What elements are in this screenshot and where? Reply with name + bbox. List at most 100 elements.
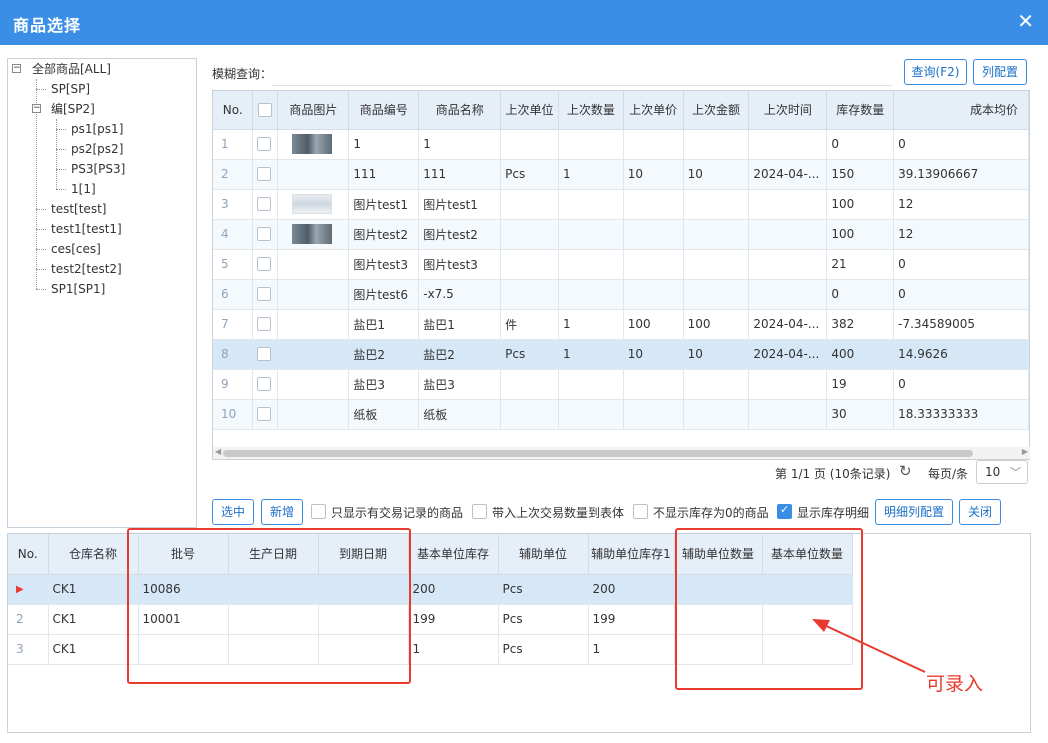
column-header-cost[interactable]: 成本均价	[893, 91, 1029, 130]
row-checkbox-cell[interactable]	[252, 189, 279, 220]
tree-item-ps2[interactable]: ps2[ps2]	[71, 139, 123, 159]
row-checkbox-cell[interactable]	[252, 129, 279, 160]
cell-last-time	[748, 279, 828, 310]
dialog-body: − 全部商品[ALL] SP[SP] − 编[SP2] ps1[ps1] ps2…	[0, 45, 1048, 743]
table-row[interactable]: 11100	[213, 129, 1029, 160]
tree-item-ps3[interactable]: PS3[PS3]	[71, 159, 125, 179]
cell-name: 盐巴3	[418, 369, 502, 400]
checkbox[interactable]	[258, 103, 273, 117]
close-icon[interactable]: ✕	[1017, 9, 1034, 33]
cell-name: 盐巴1	[418, 309, 502, 340]
row-checkbox-cell[interactable]	[252, 279, 279, 310]
cell-stock: 19	[826, 369, 895, 400]
row-checkbox[interactable]	[257, 167, 272, 182]
cell-name: -x7.5	[418, 279, 502, 310]
cell-last-qty	[558, 399, 624, 430]
row-checkbox[interactable]	[257, 227, 272, 242]
tree-item-sp2[interactable]: 编[SP2]	[51, 99, 95, 119]
cell-image	[277, 159, 350, 190]
row-checkbox-cell[interactable]	[252, 369, 279, 400]
row-checkbox[interactable]	[257, 197, 272, 212]
cell-cost: 0	[893, 249, 1029, 280]
column-header-name[interactable]: 商品名称	[418, 91, 502, 130]
table-row[interactable]: 4 图片test2 图片test2 100 12	[213, 219, 1029, 250]
row-checkbox-cell[interactable]	[252, 159, 279, 190]
hide-zero-stock-checkbox[interactable]	[633, 504, 648, 519]
tree-item-sp1[interactable]: SP1[SP1]	[51, 279, 105, 299]
row-checkbox-cell[interactable]	[252, 219, 279, 250]
select-button[interactable]: 选中	[212, 499, 254, 525]
per-page-select[interactable]: 10 ﹀	[976, 460, 1028, 484]
row-checkbox[interactable]	[257, 257, 272, 272]
row-checkbox-cell[interactable]	[252, 249, 279, 280]
table-row[interactable]: 2 111 111 Pcs 1 10 10 2024-04-... 150 39.13906667	[213, 159, 1029, 190]
column-header-last-price[interactable]: 上次单价	[623, 91, 684, 130]
table-row[interactable]: 8 盐巴2 盐巴2 Pcs 1 10 10 2024-04-... 400 14.9626	[213, 339, 1029, 370]
column-config-button[interactable]: 列配置	[973, 59, 1027, 85]
row-checkbox-cell[interactable]	[252, 309, 279, 340]
row-checkbox-cell[interactable]	[252, 339, 279, 370]
cell-aux-unit: Pcs	[498, 574, 589, 605]
table-row[interactable]: 5 图片test3 图片test3 21 0	[213, 249, 1029, 280]
table-row[interactable]: 9 盐巴3 盐巴3 19 0	[213, 369, 1029, 400]
cell-image	[277, 339, 350, 370]
cell-stock: 100	[826, 219, 895, 250]
table-row[interactable]: 6 图片test6 -x7.5 0 0	[213, 279, 1029, 310]
row-checkbox[interactable]	[257, 377, 272, 392]
show-stock-detail-checkbox[interactable]: ✓	[777, 503, 792, 519]
row-checkbox[interactable]	[257, 287, 272, 302]
tree-item-1[interactable]: 1[1]	[71, 179, 96, 199]
only-traded-checkbox[interactable]	[311, 504, 326, 519]
cell-warehouse: CK1	[48, 604, 139, 635]
cell-last-qty	[558, 189, 624, 220]
tree-item-ps1[interactable]: ps1[ps1]	[71, 119, 123, 139]
column-header-image[interactable]: 商品图片	[277, 91, 350, 130]
cell-last-price: 10	[623, 159, 684, 190]
row-checkbox[interactable]	[257, 137, 272, 152]
add-button[interactable]: 新增	[261, 499, 303, 525]
column-header-code[interactable]: 商品编号	[348, 91, 420, 130]
scroll-left-icon[interactable]: ◀	[215, 447, 221, 456]
query-button[interactable]: 查询(F2)	[904, 59, 967, 85]
row-checkbox-cell[interactable]	[252, 399, 279, 430]
tree-item-ces[interactable]: ces[ces]	[51, 239, 101, 259]
cell-last-qty: 1	[558, 339, 624, 370]
cell-warehouse: CK1	[48, 634, 139, 665]
collapse-icon[interactable]: −	[12, 64, 21, 73]
refresh-icon[interactable]: ↻	[899, 462, 912, 480]
row-checkbox[interactable]	[257, 347, 272, 362]
cell-row-number: 9	[213, 369, 254, 400]
column-header-last-qty[interactable]: 上次数量	[558, 91, 624, 130]
collapse-icon[interactable]: −	[32, 104, 41, 113]
column-header-last-unit[interactable]: 上次单位	[500, 91, 559, 130]
table-row[interactable]: 10 纸板 纸板 30 18.33333333	[213, 399, 1029, 430]
detail-column-config-button[interactable]: 明细列配置	[875, 499, 953, 525]
hide-zero-stock-label: 不显示库存为0的商品	[653, 506, 769, 520]
tree-item-test1[interactable]: test1[test1]	[51, 219, 122, 239]
cell-last-unit	[500, 129, 559, 160]
horizontal-scrollbar[interactable]: ◀ ▶	[213, 447, 1030, 459]
column-header-aux-stock[interactable]: 辅助单位库存1	[588, 534, 675, 575]
table-row[interactable]: 7 盐巴1 盐巴1 件 1 100 100 2024-04-... 382 -7.34589005	[213, 309, 1029, 340]
cell-image	[277, 399, 350, 430]
tree-item-test[interactable]: test[test]	[51, 199, 106, 219]
column-header-aux-unit[interactable]: 辅助单位	[498, 534, 589, 575]
tree-item-test2[interactable]: test2[test2]	[51, 259, 122, 279]
column-header-base-stock[interactable]: 基本单位库存	[408, 534, 499, 575]
cell-last-amount: 10	[683, 339, 750, 370]
cell-last-time	[748, 249, 828, 280]
column-header-warehouse[interactable]: 仓库名称	[48, 534, 139, 575]
select-all-checkbox[interactable]	[252, 91, 279, 130]
column-header-stock[interactable]: 库存数量	[826, 91, 895, 130]
close-button[interactable]: 关闭	[959, 499, 1001, 525]
table-row[interactable]: 3 图片test1 图片test1 100 12	[213, 189, 1029, 220]
bring-last-qty-checkbox[interactable]	[472, 504, 487, 519]
tree-item-sp[interactable]: SP[SP]	[51, 79, 90, 99]
row-checkbox[interactable]	[257, 317, 272, 332]
tree-item-all[interactable]: 全部商品[ALL]	[32, 59, 111, 79]
scroll-right-icon[interactable]: ▶	[1022, 447, 1028, 456]
column-header-last-amount[interactable]: 上次金额	[683, 91, 750, 130]
row-checkbox[interactable]	[257, 407, 272, 422]
scrollbar-thumb[interactable]	[223, 450, 973, 457]
column-header-last-time[interactable]: 上次时间	[748, 91, 828, 130]
